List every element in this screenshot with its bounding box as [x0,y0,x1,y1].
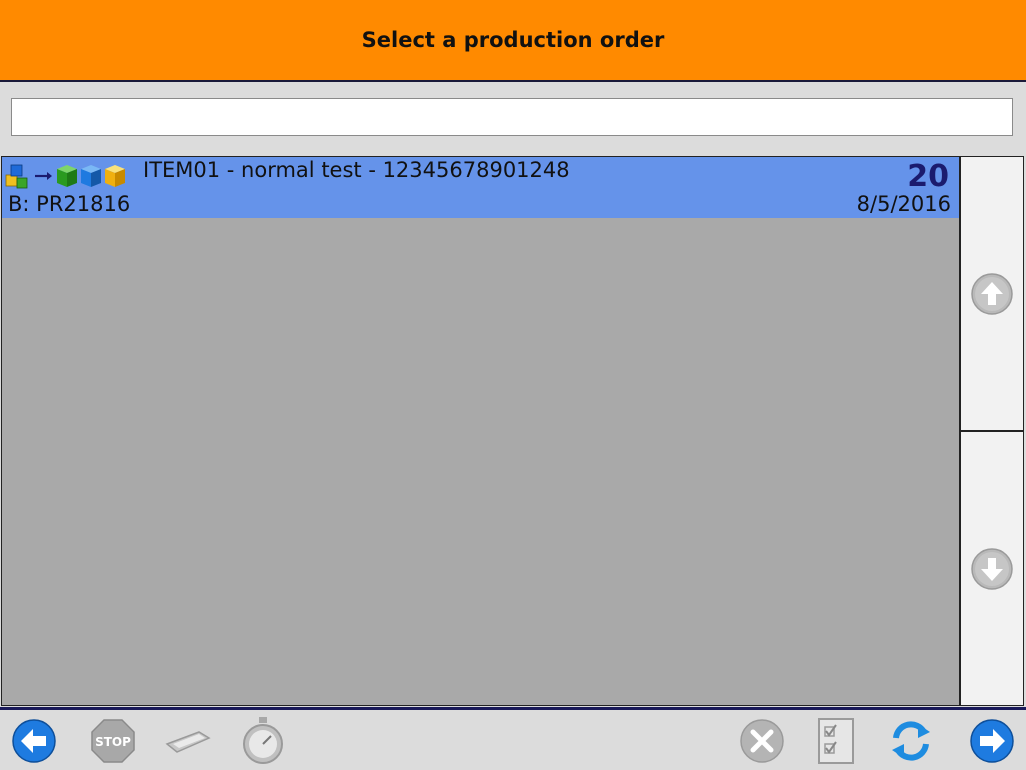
yellow-cube-icon [105,165,125,187]
order-date: 8/5/2016 [856,192,951,216]
order-batch: B: PR21816 [8,192,131,216]
footer-toolbar: STOP [0,710,1026,770]
checklist-button[interactable] [811,716,861,766]
refresh-icon [892,721,930,761]
next-button[interactable] [967,716,1017,766]
stop-sign-icon: STOP [91,719,135,763]
arrow-icon [35,172,52,180]
scanner-button[interactable] [163,716,213,766]
stopwatch-icon [243,717,283,764]
order-list: ITEM01 - normal test - 12345678901248 B:… [1,156,960,706]
order-row[interactable]: ITEM01 - normal test - 12345678901248 B:… [2,157,959,218]
cubes-icon [5,164,28,189]
arrow-down-icon [971,547,1013,590]
order-quantity: 20 [907,159,949,194]
green-cube-icon [57,165,77,187]
x-circle-icon [740,719,784,763]
arrow-left-icon [12,719,56,763]
scroll-down-button[interactable] [960,431,1024,706]
arrow-up-icon [971,272,1013,315]
timer-button[interactable] [238,716,288,766]
back-button[interactable] [9,716,59,766]
order-item-text: ITEM01 - normal test - 12345678901248 [143,158,570,182]
stop-button[interactable]: STOP [88,716,138,766]
checklist-icon [818,718,854,764]
scroll-up-button[interactable] [960,156,1024,431]
scanner-icon [165,731,211,753]
stop-label: STOP [95,735,131,749]
cancel-button[interactable] [737,716,787,766]
page-title: Select a production order [361,28,665,52]
item-status-icons [5,164,125,189]
header-bar: Select a production order [0,0,1026,82]
arrow-right-icon [970,719,1014,763]
refresh-button[interactable] [886,716,936,766]
blue-cube-icon [81,165,101,187]
search-input[interactable] [11,98,1013,136]
